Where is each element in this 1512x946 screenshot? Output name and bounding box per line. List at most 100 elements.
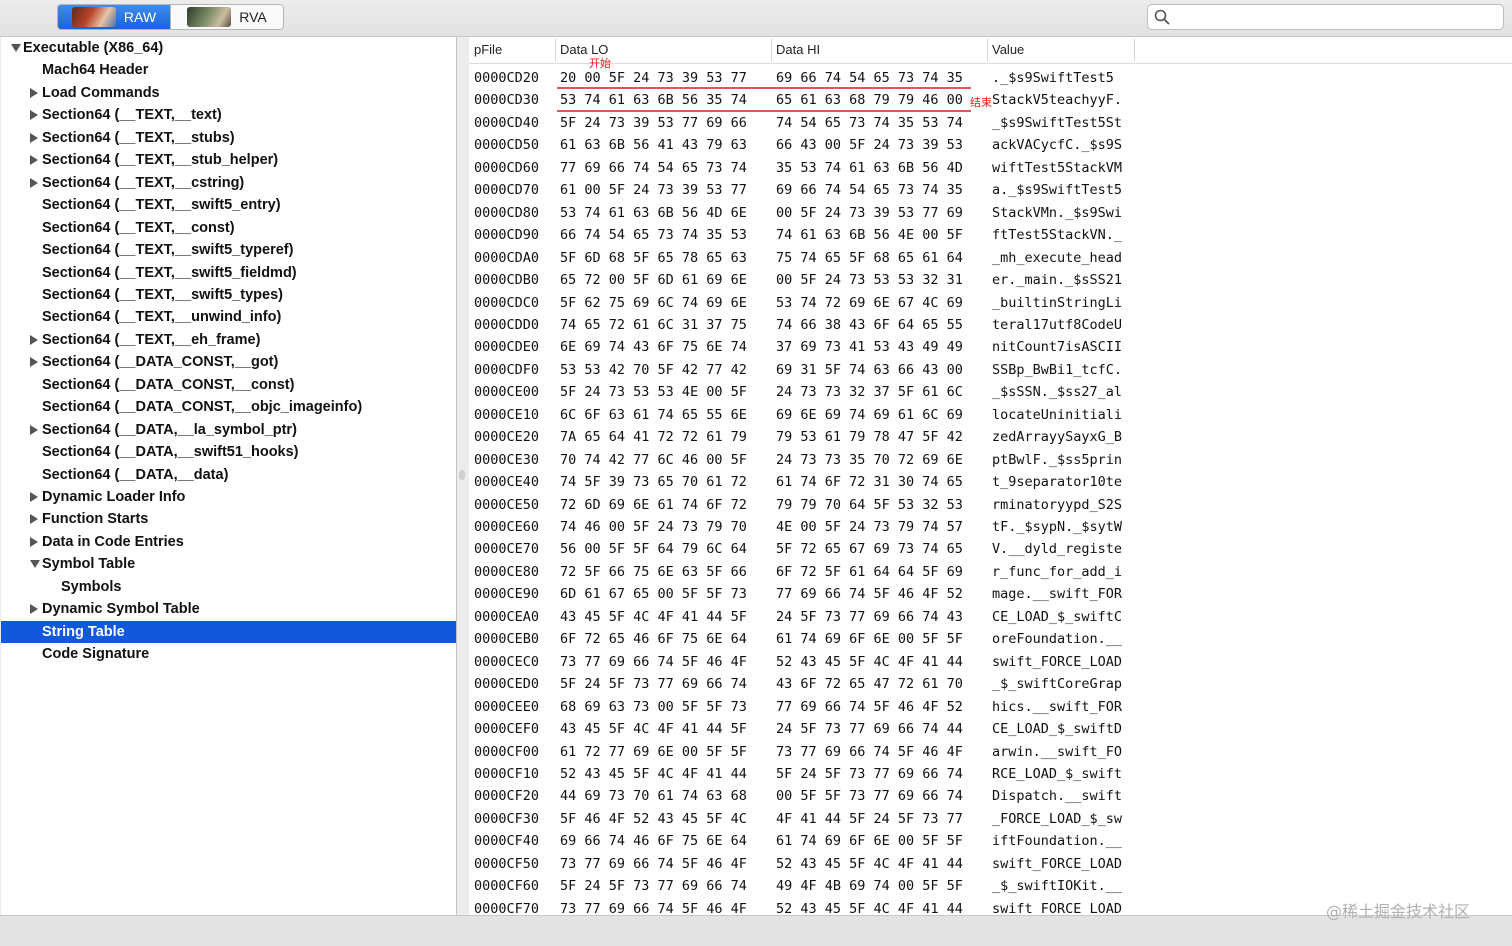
- sidebar-item[interactable]: Section64 (__TEXT,__const): [42, 217, 235, 239]
- table-row[interactable]: 0000CF20 44 69 73 70 61 74 63 68 00 5F 5F …: [469, 785, 1512, 807]
- rva-mode-button[interactable]: RVA: [170, 5, 283, 29]
- sidebar-item[interactable]: Section64 (__DATA_CONST,__got): [30, 351, 278, 373]
- table-row[interactable]: 0000CF10 52 43 45 5F 4C 4F 41 44 5F 24 5F …: [469, 763, 1512, 785]
- table-row[interactable]: 0000CE40 74 5F 39 73 65 70 61 72 61 74 6F …: [469, 471, 1512, 493]
- table-row[interactable]: 0000CF60 5F 24 5F 73 77 69 66 74 49 4F 4B …: [469, 875, 1512, 897]
- table-row[interactable]: 0000CE70 56 00 5F 5F 64 79 6C 64 5F 72 65 …: [469, 538, 1512, 560]
- sidebar-item[interactable]: Section64 (__DATA_CONST,__const): [42, 374, 294, 396]
- sidebar-item[interactable]: Mach64 Header: [42, 59, 148, 81]
- table-row[interactable]: 0000CF00 61 72 77 69 6E 00 5F 5F 73 77 69 …: [469, 741, 1512, 763]
- table-row[interactable]: 0000CE00 5F 24 73 53 53 4E 00 5F 24 73 73 …: [469, 381, 1512, 403]
- table-row[interactable]: 0000CF40 69 66 74 46 6F 75 6E 64 61 74 69 …: [469, 830, 1512, 852]
- sidebar-item[interactable]: Function Starts: [30, 508, 148, 530]
- raw-mode-button[interactable]: RAW: [58, 5, 170, 29]
- table-row[interactable]: 0000CEC0 73 77 69 66 74 5F 46 4F 52 43 45 …: [469, 651, 1512, 673]
- disclosure-right-icon[interactable]: [30, 155, 38, 166]
- sidebar-item[interactable]: Load Commands: [30, 82, 160, 104]
- column-separator[interactable]: [1134, 39, 1135, 61]
- sidebar-item[interactable]: Section64 (__TEXT,__stub_helper): [30, 149, 278, 171]
- disclosure-right-icon[interactable]: [30, 492, 38, 502]
- table-row[interactable]: 0000CDD0 74 65 72 61 6C 31 37 75 74 66 38 …: [469, 314, 1512, 336]
- sidebar-item[interactable]: Section64 (__TEXT,__eh_frame): [30, 329, 260, 351]
- table-row[interactable]: 0000CDC0 5F 62 75 69 6C 74 69 6E 53 74 72 …: [469, 292, 1512, 314]
- disclosure-right-icon[interactable]: [30, 604, 38, 615]
- sidebar-item[interactable]: Symbol Table: [30, 553, 135, 575]
- table-row[interactable]: 0000CDE0 6E 69 74 43 6F 75 6E 74 37 69 73 …: [469, 336, 1512, 358]
- sidebar-item[interactable]: Section64 (__TEXT,__text): [30, 104, 222, 126]
- table-row[interactable]: 0000CEB0 6F 72 65 46 6F 75 6E 64 61 74 69 …: [469, 628, 1512, 650]
- table-row[interactable]: 0000CD70 61 00 5F 24 73 39 53 77 69 66 74 …: [469, 179, 1512, 201]
- toolbar: RAW RVA: [0, 0, 1512, 37]
- cell-data-hi: 24 73 73 35 70 72 69 6E: [776, 451, 963, 468]
- table-row[interactable]: 0000CDB0 65 72 00 5F 6D 61 69 6E 00 5F 24 …: [469, 269, 1512, 291]
- disclosure-right-icon[interactable]: [30, 357, 38, 368]
- column-separator[interactable]: [987, 39, 988, 61]
- table-row[interactable]: 0000CD60 77 69 66 74 54 65 73 74 35 53 74 …: [469, 157, 1512, 179]
- cell-value: swift_FORCE_LOAD: [992, 855, 1123, 872]
- table-row[interactable]: 0000CE80 72 5F 66 75 6E 63 5F 66 6F 72 5F …: [469, 561, 1512, 583]
- search-input[interactable]: [1176, 7, 1500, 27]
- sidebar-item[interactable]: Code Signature: [42, 643, 149, 665]
- cell-data-hi: 69 66 74 54 65 73 74 35: [776, 182, 963, 199]
- sidebar-item[interactable]: Section64 (__TEXT,__stubs): [30, 127, 235, 149]
- search-field[interactable]: [1147, 4, 1504, 30]
- column-header-pfile[interactable]: pFile: [474, 42, 502, 57]
- sidebar-item[interactable]: Data in Code Entries: [30, 531, 184, 553]
- disclosure-right-icon[interactable]: [30, 177, 38, 188]
- disclosure-right-icon[interactable]: [30, 424, 38, 435]
- cell-pfile: 0000CD30: [474, 92, 540, 109]
- table-row[interactable]: 0000CF50 73 77 69 66 74 5F 46 4F 52 43 45 …: [469, 853, 1512, 875]
- table-row[interactable]: 0000CD80 53 74 61 63 6B 56 4D 6E 00 5F 24 …: [469, 202, 1512, 224]
- disclosure-right-icon[interactable]: [30, 87, 38, 98]
- sidebar-item[interactable]: Section64 (__TEXT,__unwind_info): [42, 306, 281, 328]
- cell-data-lo: 43 45 5F 4C 4F 41 44 5F: [560, 721, 747, 738]
- disclosure-right-icon[interactable]: [30, 334, 38, 345]
- table-row[interactable]: 0000CE30 70 74 42 77 6C 46 00 5F 24 73 73 …: [469, 449, 1512, 471]
- table-row[interactable]: 0000CDA0 5F 6D 68 5F 65 78 65 63 75 74 65 …: [469, 247, 1512, 269]
- column-header-value[interactable]: Value: [992, 42, 1024, 57]
- disclosure-right-icon[interactable]: [30, 536, 38, 547]
- cell-value: CE_LOAD_$_swiftC: [992, 608, 1123, 625]
- column-separator[interactable]: [771, 39, 772, 61]
- table-row[interactable]: 0000CEE0 68 69 63 73 00 5F 5F 73 77 69 66 …: [469, 696, 1512, 718]
- disclosure-right-icon[interactable]: [30, 132, 38, 143]
- table-row[interactable]: 0000CE20 7A 65 64 41 72 72 61 79 79 53 61 …: [469, 426, 1512, 448]
- sidebar-item[interactable]: Section64 (__DATA,__la_symbol_ptr): [30, 419, 297, 441]
- sidebar-item[interactable]: Section64 (__TEXT,__swift5_types): [42, 284, 283, 306]
- table-row[interactable]: 0000CF30 5F 46 4F 52 43 45 5F 4C 4F 41 44 …: [469, 808, 1512, 830]
- sidebar-item[interactable]: Dynamic Loader Info: [30, 486, 185, 508]
- disclosure-down-icon[interactable]: [11, 44, 21, 52]
- sidebar-item[interactable]: Section64 (__TEXT,__cstring): [30, 172, 244, 194]
- table-row[interactable]: 0000CD50 61 63 6B 56 41 43 79 63 66 43 00 …: [469, 134, 1512, 156]
- sidebar-item[interactable]: Section64 (__TEXT,__swift5_typeref): [42, 239, 293, 261]
- table-row[interactable]: 0000CE10 6C 6F 63 61 74 65 55 6E 69 6E 69 …: [469, 404, 1512, 426]
- table-row[interactable]: 0000CEF0 43 45 5F 4C 4F 41 44 5F 24 5F 73 …: [469, 718, 1512, 740]
- column-header-data-hi[interactable]: Data HI: [776, 42, 820, 57]
- disclosure-right-icon[interactable]: [30, 110, 38, 121]
- disclosure-right-icon[interactable]: [30, 514, 38, 525]
- sidebar-item[interactable]: Symbols: [61, 576, 121, 598]
- table-row[interactable]: 0000CD40 5F 24 73 39 53 77 69 66 74 54 65 …: [469, 112, 1512, 134]
- cell-pfile: 0000CEC0: [474, 653, 540, 670]
- table-row[interactable]: 0000CE60 74 46 00 5F 24 73 79 70 4E 00 5F …: [469, 516, 1512, 538]
- sidebar-item[interactable]: Section64 (__TEXT,__swift5_fieldmd): [42, 262, 297, 284]
- disclosure-down-icon[interactable]: [30, 560, 40, 569]
- table-row[interactable]: 0000CDF0 53 53 42 70 5F 42 77 42 69 31 5F …: [469, 359, 1512, 381]
- divider-grip-icon[interactable]: [459, 470, 465, 480]
- sidebar-item[interactable]: Executable (X86_64): [11, 37, 163, 59]
- table-row[interactable]: 0000CD90 66 74 54 65 73 74 35 53 74 61 63 …: [469, 224, 1512, 246]
- table-row[interactable]: 0000CE90 6D 61 67 65 00 5F 5F 73 77 69 66 …: [469, 583, 1512, 605]
- table-row[interactable]: 0000CE50 72 6D 69 6E 61 74 6F 72 79 79 70 …: [469, 494, 1512, 516]
- sidebar-item-label: String Table: [42, 623, 125, 640]
- table-row[interactable]: 0000CD20 20 00 5F 24 73 39 53 77 69 66 74 …: [469, 67, 1512, 89]
- sidebar-item[interactable]: Dynamic Symbol Table: [30, 598, 200, 620]
- sidebar-item[interactable]: Section64 (__DATA,__data): [42, 464, 228, 486]
- sidebar-item[interactable]: Section64 (__DATA,__swift51_hooks): [42, 441, 299, 463]
- table-row[interactable]: 0000CEA0 43 45 5F 4C 4F 41 44 5F 24 5F 73 …: [469, 606, 1512, 628]
- sidebar-item[interactable]: Section64 (__TEXT,__swift5_entry): [42, 194, 281, 216]
- cell-value: hics.__swift_FOR: [992, 698, 1123, 715]
- sidebar-item[interactable]: Section64 (__DATA_CONST,__objc_imageinfo…: [42, 396, 362, 418]
- column-separator[interactable]: [555, 39, 556, 61]
- table-row[interactable]: 0000CED0 5F 24 5F 73 77 69 66 74 43 6F 72 …: [469, 673, 1512, 695]
- sidebar-item[interactable]: String Table: [1, 620, 456, 643]
